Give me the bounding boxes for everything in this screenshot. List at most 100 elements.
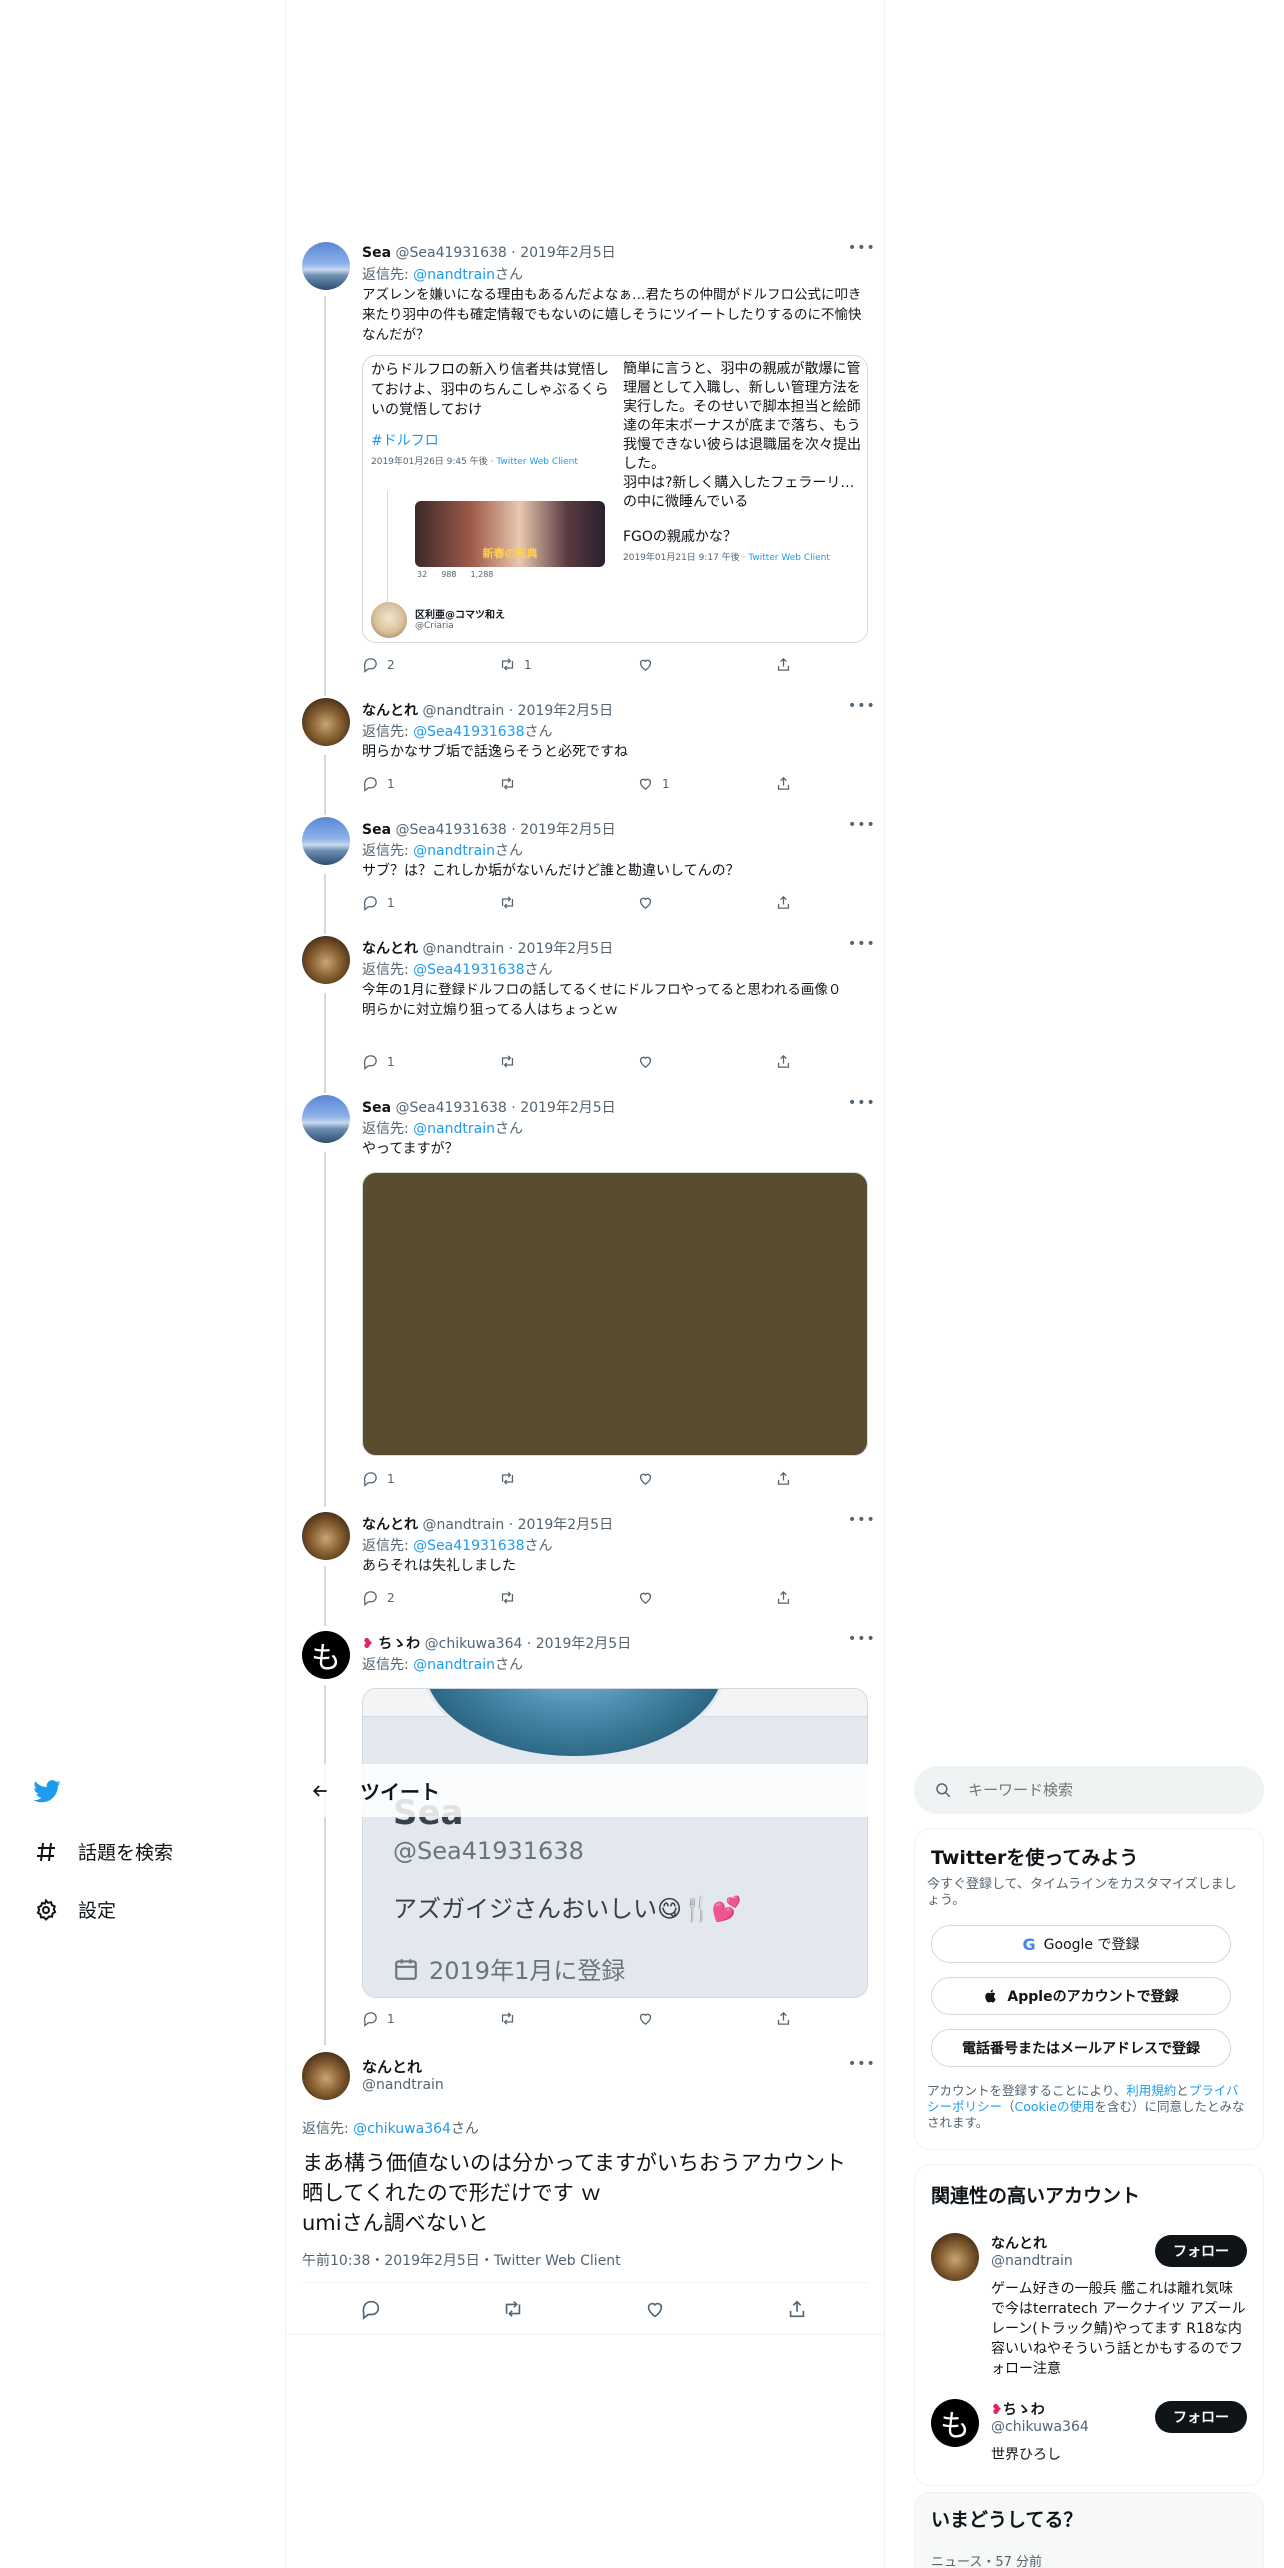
like-button[interactable] (637, 894, 662, 911)
retweet-button[interactable] (502, 2298, 524, 2324)
author-handle[interactable]: @Sea41931638 (395, 1100, 506, 1116)
avatar[interactable]: も (931, 2399, 979, 2447)
tweet-date[interactable]: 2019年2月5日 (518, 1517, 613, 1533)
terms-link[interactable]: 利用規約 (1126, 2083, 1176, 2098)
tweet-date[interactable]: 2019年2月5日 (518, 941, 613, 957)
follow-button[interactable]: フォロー (1155, 2401, 1247, 2433)
author-handle[interactable]: @nandtrain (422, 941, 504, 957)
share-button[interactable] (786, 2298, 808, 2324)
share-button[interactable] (775, 656, 792, 673)
nav-explore[interactable]: 話題を検索 (34, 1838, 173, 1865)
avatar[interactable] (302, 2052, 350, 2100)
back-arrow-icon[interactable] (302, 1773, 338, 1809)
related-account[interactable]: なんとれ @nandtrain フォロー ゲーム好きの一般兵 艦これは離れ気味で… (915, 2225, 1263, 2377)
author-name[interactable]: Sea (362, 822, 391, 838)
avatar[interactable] (302, 936, 350, 984)
reply-button[interactable]: 1 (362, 2010, 395, 2027)
reply-button[interactable]: 2 (362, 1589, 395, 1606)
share-button[interactable] (775, 775, 792, 792)
tweet-date[interactable]: 2019年2月5日 (518, 703, 613, 719)
like-button[interactable] (644, 2298, 666, 2324)
retweet-button[interactable]: 1 (499, 656, 532, 673)
retweet-button[interactable] (499, 1470, 524, 1487)
apple-signup-button[interactable]: Appleのアカウントで登録 (931, 1977, 1231, 2015)
author-name[interactable]: ちゝわ (378, 1636, 420, 1652)
tweet-date[interactable]: 2019年2月5日 (520, 822, 615, 838)
related-account-handle[interactable]: @nandtrain (991, 2253, 1073, 2269)
more-icon[interactable]: ••• (848, 1512, 876, 1528)
share-button[interactable] (775, 894, 792, 911)
author-name[interactable]: なんとれ (362, 703, 418, 719)
avatar[interactable] (302, 1095, 350, 1143)
google-signup-button[interactable]: G Google で登録 (931, 1925, 1231, 1963)
reply-link[interactable]: @Sea41931638 (413, 724, 524, 740)
author-name[interactable]: なんとれ (362, 1517, 418, 1533)
tweet-date[interactable]: 2019年2月5日 (520, 1100, 615, 1116)
avatar[interactable] (931, 2233, 979, 2281)
author-handle[interactable]: @nandtrain (422, 1517, 504, 1533)
like-button[interactable] (637, 2010, 662, 2027)
like-button[interactable] (637, 656, 662, 673)
cookie-link[interactable]: Cookieの使用 (1015, 2099, 1095, 2114)
reply-button[interactable]: 1 (362, 1053, 395, 1070)
retweet-button[interactable] (499, 2010, 524, 2027)
tweet-image[interactable]: Sea @Sea41931638 アズガイジさんおいしい😋🍴💕 2019年1月に… (362, 1688, 868, 1998)
related-account-name[interactable]: なんとれ (991, 2233, 1047, 2253)
focus-author-handle[interactable]: @nandtrain (362, 2077, 444, 2093)
reply-link[interactable]: @nandtrain (413, 1657, 495, 1673)
more-icon[interactable]: ••• (848, 2056, 876, 2072)
more-icon[interactable]: ••• (848, 936, 876, 952)
more-icon[interactable]: ••• (848, 1631, 876, 1647)
reply-button[interactable] (360, 2298, 382, 2324)
avatar[interactable] (302, 698, 350, 746)
author-handle[interactable]: @nandtrain (422, 703, 504, 719)
reply-link[interactable]: @Sea41931638 (413, 962, 524, 978)
reply-link[interactable]: @Sea41931638 (413, 1538, 524, 1554)
share-button[interactable] (775, 1053, 792, 1070)
like-button[interactable]: 1 (637, 775, 670, 792)
twitter-logo-icon[interactable] (32, 1776, 62, 1810)
tweet-image[interactable] (362, 1172, 868, 1456)
retweet-button[interactable] (499, 1589, 524, 1606)
related-account[interactable]: も ❥ちゝわ @chikuwa364 フォロー 世界ひろし (915, 2391, 1263, 2471)
more-icon[interactable]: ••• (848, 240, 876, 256)
like-button[interactable] (637, 1053, 662, 1070)
like-button[interactable] (637, 1470, 662, 1487)
author-name[interactable]: Sea (362, 245, 391, 261)
related-account-name[interactable]: ちゝわ (1003, 2402, 1045, 2418)
nav-settings[interactable]: 設定 (34, 1896, 116, 1923)
related-account-handle[interactable]: @chikuwa364 (991, 2419, 1089, 2435)
retweet-button[interactable] (499, 775, 524, 792)
tweet-date[interactable]: 2019年2月5日 (520, 245, 615, 261)
trend-item-meta[interactable]: ニュース・57 分前 (931, 2551, 1042, 2568)
author-handle[interactable]: @Sea41931638 (395, 822, 506, 838)
retweet-button[interactable] (499, 1053, 524, 1070)
reply-button[interactable]: 1 (362, 775, 395, 792)
reply-button[interactable]: 2 (362, 656, 395, 673)
more-icon[interactable]: ••• (848, 817, 876, 833)
focus-author-name[interactable]: なんとれ (362, 2056, 422, 2077)
share-button[interactable] (775, 2010, 792, 2027)
avatar[interactable]: も (302, 1631, 350, 1679)
focus-tweet-meta[interactable]: 午前10:38・2019年2月5日・Twitter Web Client (302, 2250, 621, 2270)
search-box[interactable] (914, 1766, 1264, 1814)
more-icon[interactable]: ••• (848, 698, 876, 714)
author-name[interactable]: Sea (362, 1100, 391, 1116)
phone-signup-button[interactable]: 電話番号またはメールアドレスで登録 (931, 2029, 1231, 2067)
like-button[interactable] (637, 1589, 662, 1606)
reply-link[interactable]: @nandtrain (413, 267, 495, 283)
tweet-image[interactable]: からドルフロの新入り信者共は覚悟しておけよ、羽中のちんこしゃぶるくらいの覚悟して… (362, 355, 868, 643)
retweet-button[interactable] (499, 894, 524, 911)
avatar[interactable] (302, 242, 350, 290)
more-icon[interactable]: ••• (848, 1095, 876, 1111)
avatar[interactable] (302, 817, 350, 865)
share-button[interactable] (775, 1470, 792, 1487)
avatar[interactable] (302, 1512, 350, 1560)
search-input[interactable] (968, 1781, 1218, 1799)
tweet-date[interactable]: 2019年2月5日 (536, 1636, 631, 1652)
reply-link[interactable]: @nandtrain (413, 1121, 495, 1137)
reply-link[interactable]: @nandtrain (413, 843, 495, 859)
share-button[interactable] (775, 1589, 792, 1606)
reply-button[interactable]: 1 (362, 1470, 395, 1487)
reply-link[interactable]: @chikuwa364 (353, 2121, 451, 2137)
